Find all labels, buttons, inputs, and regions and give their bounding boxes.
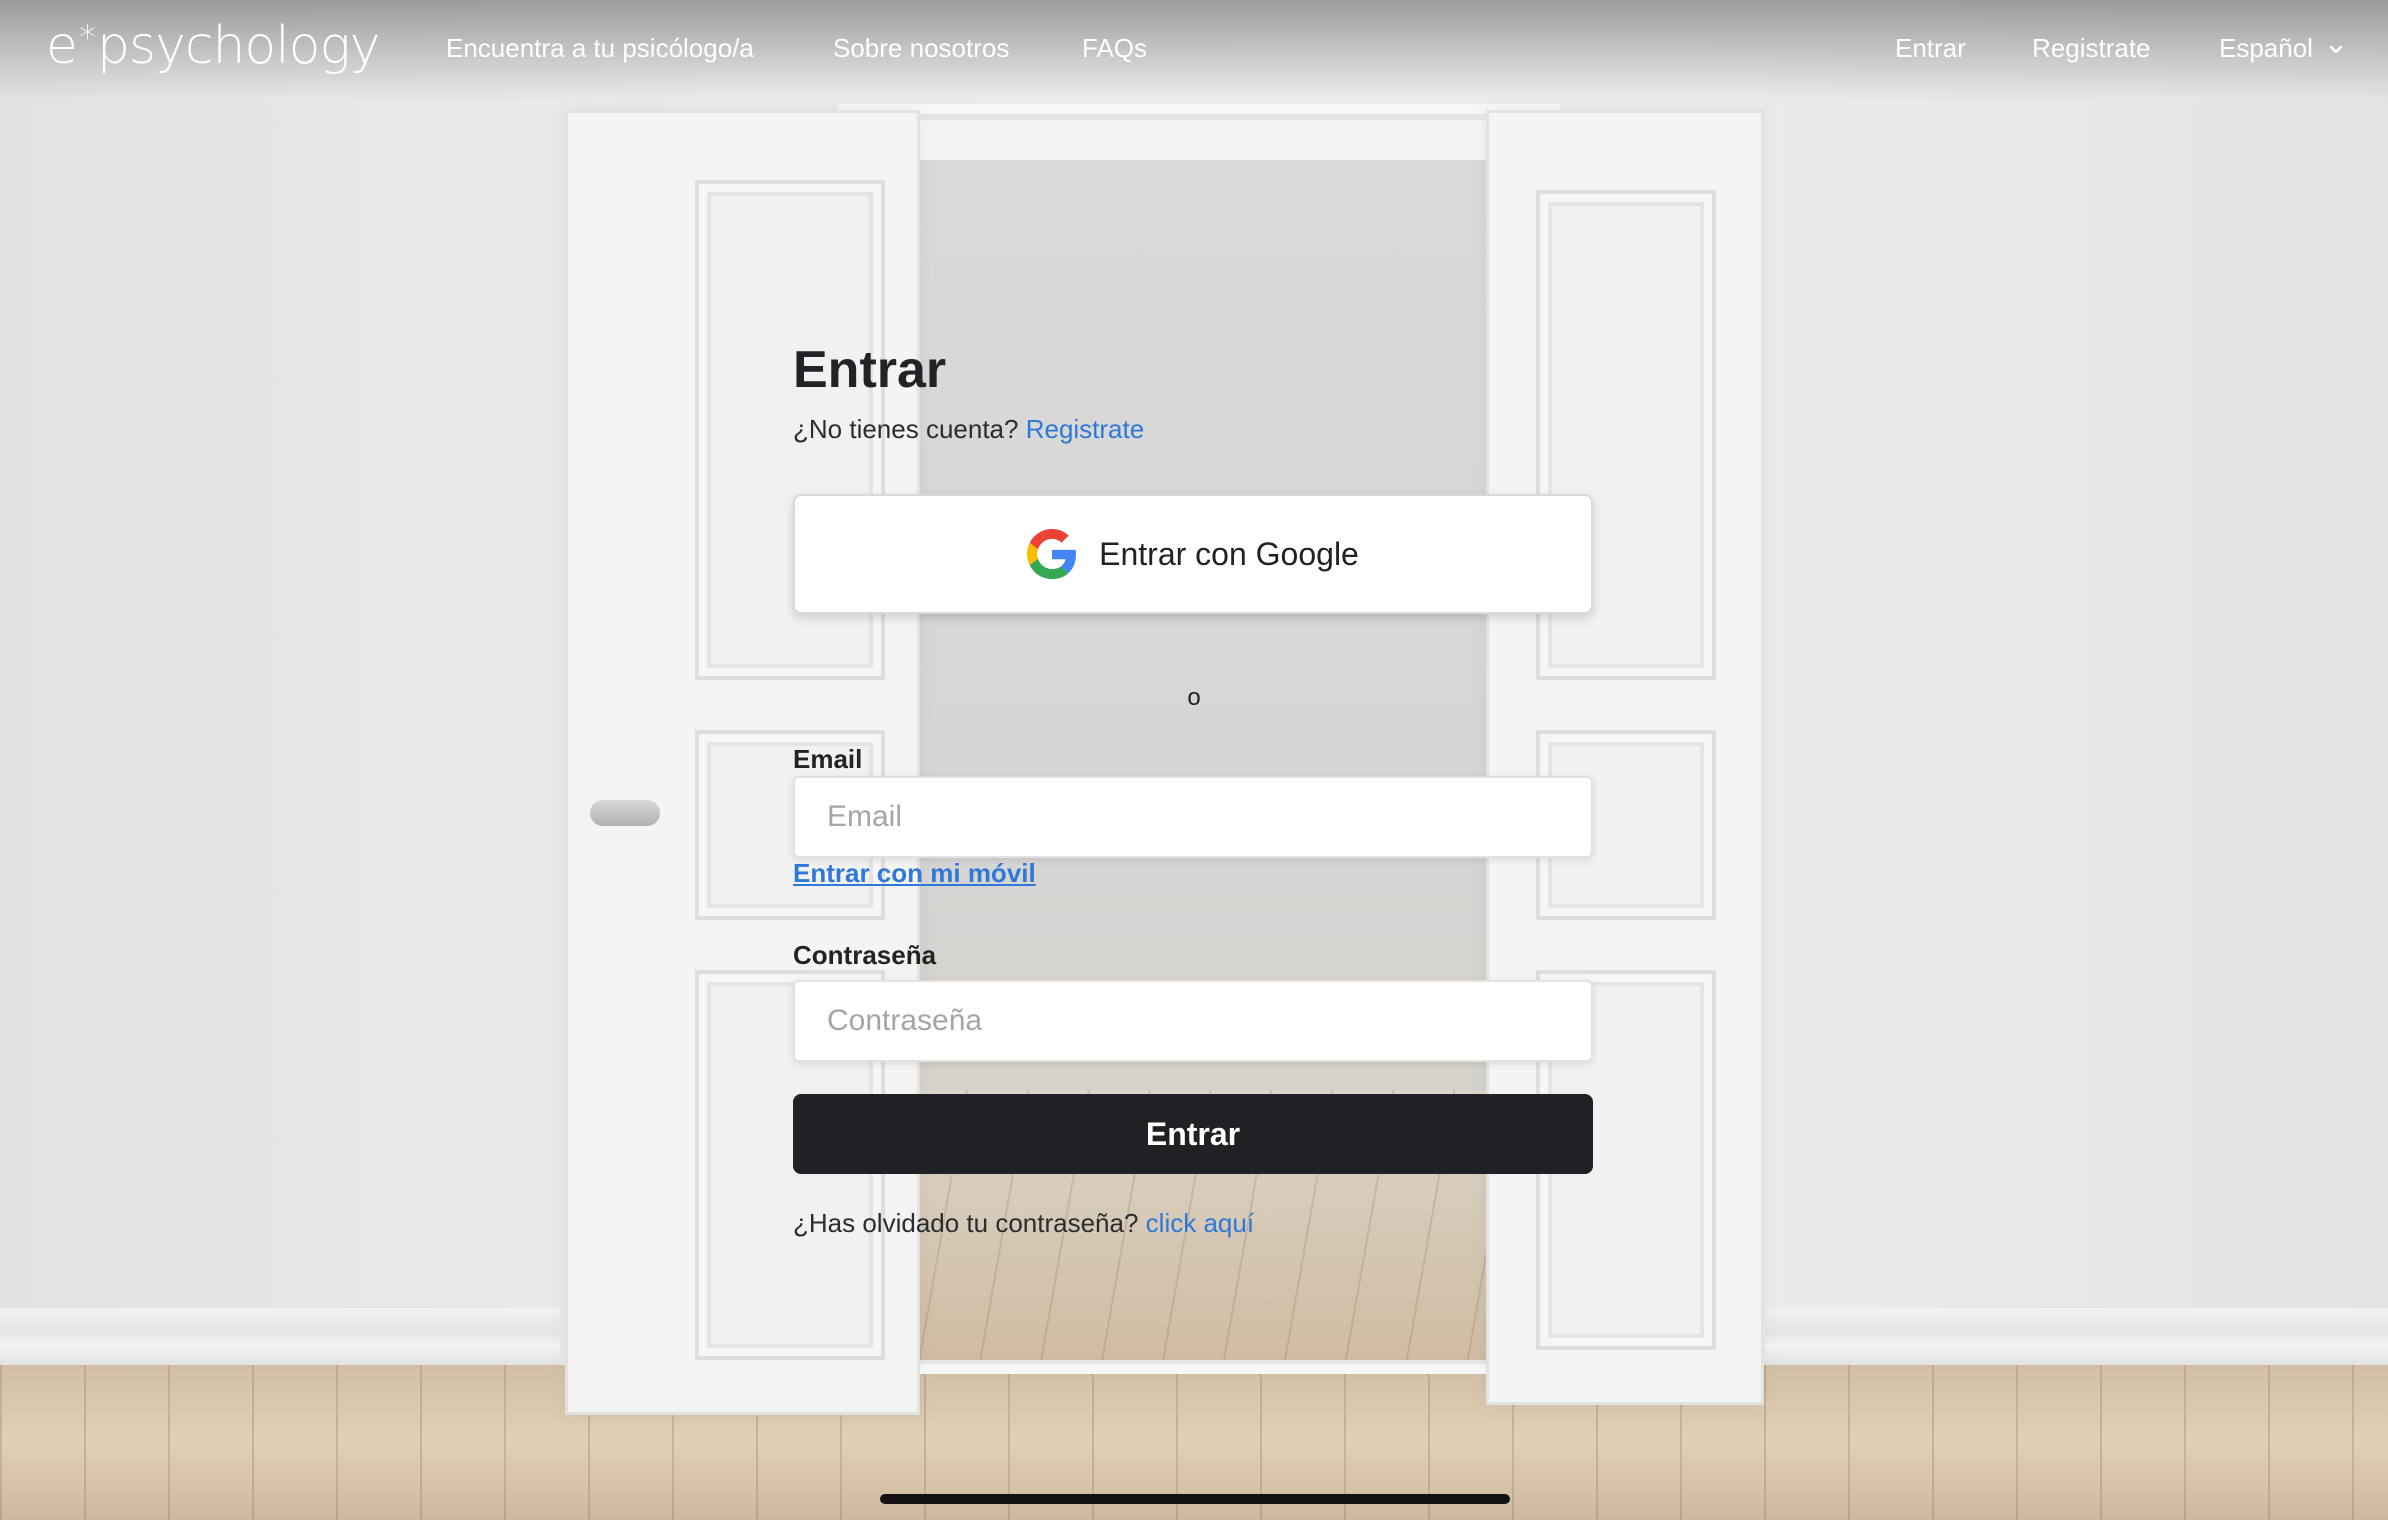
home-indicator-bar [880,1494,1510,1504]
nav-faqs-link[interactable]: FAQs [1082,33,1147,64]
or-separator: o [1187,684,1201,711]
nav-find-psychologist-link[interactable]: Encuentra a tu psicólogo/a [446,33,754,64]
google-login-button[interactable]: Entrar con Google [793,494,1593,614]
login-submit-button[interactable]: Entrar [793,1094,1593,1174]
top-navigation-bar: e * psychology Encuentra a tu psicólogo/… [0,0,2388,100]
no-account-line: ¿No tienes cuenta? Registrate [793,414,1144,445]
nav-register-link[interactable]: Registrate [2032,33,2151,64]
door-handle [590,800,660,826]
forgot-password-link[interactable]: click aquí [1146,1208,1254,1238]
chevron-down-icon [2329,45,2343,54]
nav-about-link[interactable]: Sobre nosotros [833,33,1009,64]
mobile-login-link[interactable]: Entrar con mi móvil [793,858,1036,889]
background-baseboard-right [1765,1308,2388,1370]
background-door-right [1486,110,1764,1405]
logo-suffix: psychology [97,16,380,76]
register-link[interactable]: Registrate [1026,414,1145,444]
logo-asterisk-icon: * [79,18,96,58]
google-login-label: Entrar con Google [1099,535,1359,572]
google-icon [1027,529,1077,579]
email-label: Email [793,744,863,774]
language-selector-label: Español [2219,33,2313,63]
login-title: Entrar [793,341,947,399]
language-selector[interactable]: Español [2219,33,2344,64]
nav-login-link[interactable]: Entrar [1895,33,1966,64]
forgot-password-text: ¿Has olvidado tu contraseña? [793,1208,1139,1238]
background-image [0,0,2388,1520]
email-input[interactable] [793,776,1593,858]
no-account-text: ¿No tienes cuenta? [793,414,1019,444]
password-input[interactable] [793,980,1593,1062]
background-baseboard-left [0,1308,560,1370]
logo-prefix: e [46,16,78,76]
epsychology-logo[interactable]: e * psychology [46,16,380,86]
password-label: Contraseña [793,940,937,970]
forgot-password-line: ¿Has olvidado tu contraseña? click aquí [793,1208,1254,1239]
